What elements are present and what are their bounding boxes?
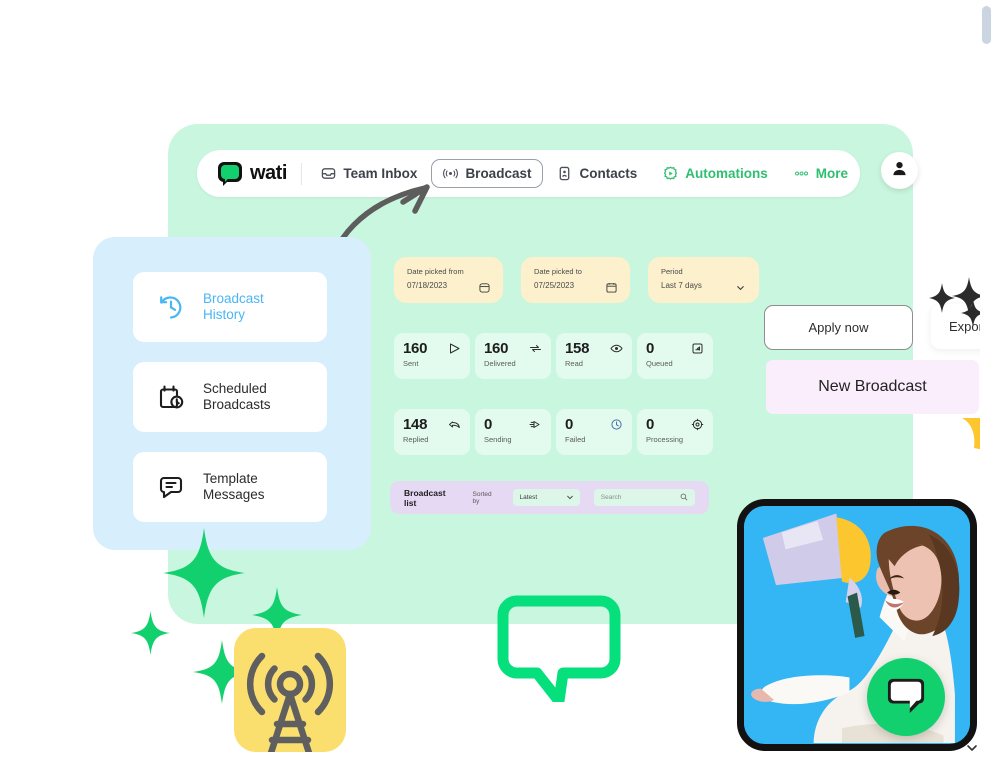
chevron-down-icon[interactable] [735,280,746,291]
send-icon [448,342,461,355]
automations-icon [663,166,678,181]
stat-value-sent: 160 [403,340,428,357]
chat-widget-button[interactable] [867,658,945,736]
wati-wordmark: wati [250,162,287,184]
date-from-value: 07/18/2023 [407,281,448,290]
new-broadcast-button[interactable]: New Broadcast [766,360,979,414]
stat-label-replied: Replied [403,435,429,444]
broadcast-sidebar: Broadcast History Scheduled Broadcasts T… [93,237,371,550]
stat-label-processing: Processing [646,435,684,444]
date-picked-from-field[interactable]: Date picked from 07/18/2023 [394,257,503,303]
page-scrollbar[interactable] [980,0,993,759]
stat-label-sent: Sent [403,359,419,368]
search-icon [680,493,688,503]
nav-item-automations[interactable]: Automations [651,159,780,188]
sort-select[interactable]: Latest [513,489,580,506]
wati-logo[interactable]: wati [213,161,297,187]
nav-item-broadcast[interactable]: Broadcast [431,159,544,188]
speech-bubble-icon [497,595,621,702]
broadcast-list-title: Broadcast list [404,487,446,508]
wati-chat-logo-icon [217,161,243,187]
stat-label-delivered: Delivered [484,359,516,368]
message-lines-icon [157,473,185,501]
sidebar-label-scheduled-broadcasts: Scheduled Broadcasts [203,381,271,412]
failed-clock-icon [610,418,623,431]
broadcast-icon [443,166,459,181]
nav-label-automations: Automations [685,166,768,181]
nav-label-broadcast: Broadcast [465,166,532,181]
broadcast-tower-icon [246,652,334,752]
stat-card-processing: 0 Processing [637,409,713,455]
stat-value-read: 158 [565,340,590,357]
stat-card-sent: 160 Sent [394,333,470,379]
sort-select-value: Latest [519,494,538,501]
calendar-icon[interactable] [479,280,490,293]
contacts-icon [557,166,572,181]
user-avatar-button[interactable] [881,152,918,189]
processing-icon [691,418,704,431]
sidebar-label-template-messages: Template Messages [203,471,265,502]
stat-value-failed: 0 [565,416,574,433]
sidebar-item-template-messages[interactable]: Template Messages [133,452,327,522]
period-select[interactable]: Period Last 7 days [648,257,759,303]
eye-icon [610,342,623,355]
date-to-label: Date picked to [534,267,582,276]
stat-card-replied: 148 Replied [394,409,470,455]
sending-icon [529,418,542,431]
search-input[interactable]: Search [593,489,695,506]
stat-card-queued: 0 Queued [637,333,713,379]
queue-icon [691,342,704,355]
date-to-value: 07/25/2023 [534,281,575,290]
stat-card-read: 158 Read [556,333,632,379]
stat-value-sending: 0 [484,416,493,433]
broadcast-tower-tile [234,628,346,752]
sidebar-item-broadcast-history[interactable]: Broadcast History [133,272,327,342]
calendar-clock-icon [157,383,185,411]
broadcast-list-toolbar: Broadcast list Sorted by Latest Search [390,481,709,514]
history-clock-icon [157,293,185,321]
apply-now-button[interactable]: Apply now [764,305,913,350]
chevron-down-icon [566,493,574,503]
period-label: Period [661,267,683,276]
stat-card-failed: 0 Failed [556,409,632,455]
chat-bubble-icon [885,676,927,719]
page-root: wati Team Inbox Broadcast Contacts Autom… [0,0,993,759]
scrollbar-thumb[interactable] [982,6,991,44]
stat-label-failed: Failed [565,435,586,444]
stat-card-delivered: 160 Delivered [475,333,551,379]
stat-value-queued: 0 [646,340,655,357]
stat-card-sending: 0 Sending [475,409,551,455]
delivered-icon [529,342,542,355]
nav-item-more[interactable]: More [782,159,860,188]
sidebar-label-broadcast-history: Broadcast History [203,291,264,322]
top-navigation-bar: wati Team Inbox Broadcast Contacts Autom… [197,150,860,197]
stat-value-delivered: 160 [484,340,509,357]
search-placeholder: Search [600,494,622,501]
nav-item-contacts[interactable]: Contacts [545,159,649,188]
stat-label-queued: Queued [646,359,673,368]
sorted-by-label: Sorted by [472,490,492,505]
stat-value-processing: 0 [646,416,655,433]
calendar-icon[interactable] [606,280,617,293]
nav-divider [300,162,302,185]
date-from-label: Date picked from [407,267,464,276]
stat-value-replied: 148 [403,416,428,433]
more-dots-icon [794,166,809,181]
user-avatar-icon [890,159,909,183]
stat-label-read: Read [565,359,583,368]
chevron-down-icon[interactable] [965,741,979,755]
reply-icon [448,418,461,431]
nav-label-contacts: Contacts [579,166,638,181]
sparkle-icon [131,611,170,655]
stat-label-sending: Sending [484,435,512,444]
date-picked-to-field[interactable]: Date picked to 07/25/2023 [521,257,630,303]
period-value: Last 7 days [661,281,702,290]
sparkle-icon [163,528,245,618]
sidebar-item-scheduled-broadcasts[interactable]: Scheduled Broadcasts [133,362,327,432]
nav-label-more: More [815,166,848,181]
